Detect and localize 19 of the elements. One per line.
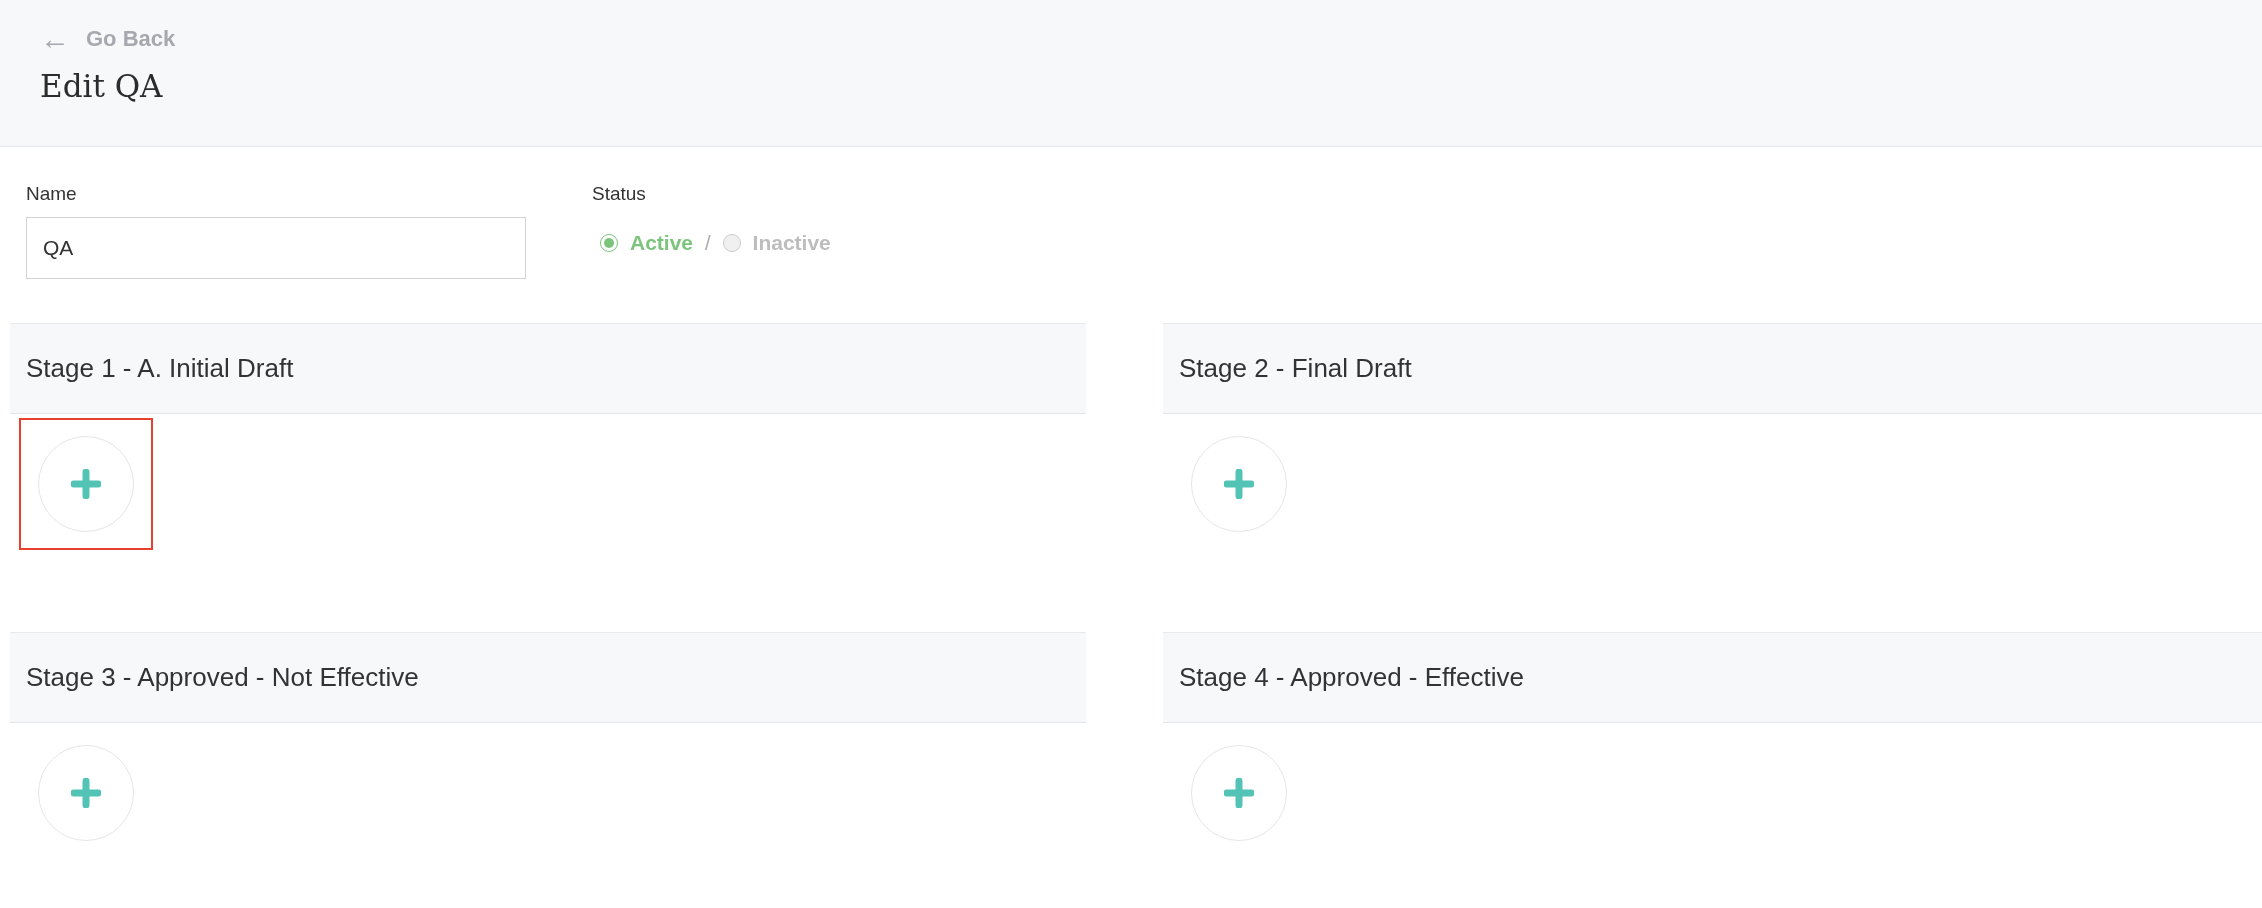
- name-label: Name: [26, 183, 78, 205]
- radio-button[interactable]: [600, 234, 618, 252]
- stage-title: Stage 2 - Final Draft: [1163, 323, 2262, 414]
- stage-title: Stage 4 - Approved - Effective: [1163, 632, 2262, 723]
- plus-icon: [1224, 469, 1254, 499]
- stage-title: Stage 3 - Approved - Not Effective: [10, 632, 1086, 723]
- plus-icon: [71, 469, 101, 499]
- name-input[interactable]: QA: [26, 217, 526, 279]
- stage-title: Stage 1 - A. Initial Draft: [10, 323, 1086, 414]
- plus-icon: [1224, 778, 1254, 808]
- separator-slash: /: [705, 231, 711, 255]
- back-arrow-icon: ←: [40, 24, 70, 54]
- status-label: Status: [592, 183, 647, 205]
- page-title: Edit QA: [40, 68, 164, 104]
- status-option-label[interactable]: Active: [630, 231, 694, 255]
- plus-icon: [71, 778, 101, 808]
- status-option-label[interactable]: Inactive: [752, 231, 831, 255]
- radio-button[interactable]: [722, 234, 741, 252]
- go-back-link[interactable]: ← Go Back: [40, 24, 176, 54]
